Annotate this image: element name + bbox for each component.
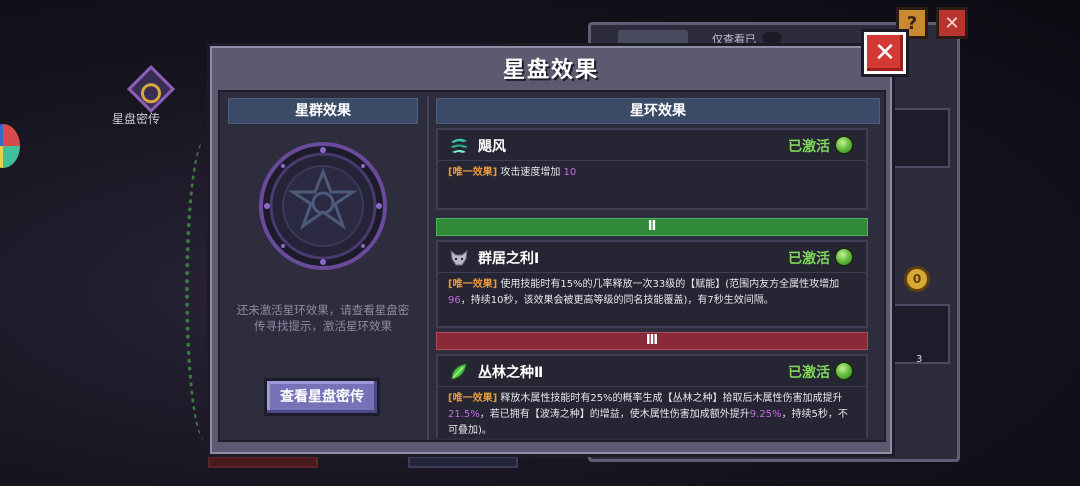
- constellation-panel: 星群效果 还未激活星环效果，请查看星盘密传寻找提示，激活星环效果 查看星盘密传: [228, 98, 418, 438]
- ring-effects-panel[interactable]: 星环效果 飓风 已激活 [唯一效果] 攻击速度增加 10 Ⅱ 群居之利Ⅰ 已激活…: [436, 98, 880, 438]
- side-orb-decoration: [0, 124, 20, 168]
- star-sigil-icon: [259, 142, 387, 270]
- effect-tag: [唯一效果]: [448, 393, 498, 404]
- effect-header: 丛林之种Ⅱ 已激活: [438, 356, 866, 386]
- effect-tag: [唯一效果]: [448, 279, 498, 290]
- effect-description: [唯一效果] 使用技能时有15%的几率释放一次33级的【赋能】(范围内友方全属性…: [438, 272, 866, 313]
- effect-text: 释放木属性技能时有25%的概率生成【丛林之种】拾取后木属性伤害加成提升: [500, 393, 843, 404]
- effect-status: 已激活: [788, 139, 830, 155]
- effect-name: 飓风: [478, 139, 506, 155]
- effect-card: 丛林之种Ⅱ 已激活 [唯一效果] 释放木属性技能时有25%的概率生成【丛林之种】…: [436, 354, 868, 438]
- column-divider: [427, 96, 429, 440]
- effect-text: 使用技能时有15%的几率释放一次33级的【赋能】(范围内友方全属性攻增加: [500, 279, 840, 290]
- effect-value: 21.5%: [448, 409, 480, 420]
- wolf-icon: [450, 249, 468, 266]
- effect-value: 10: [563, 167, 577, 178]
- background-bar: [408, 456, 518, 468]
- active-indicator-icon: [834, 247, 854, 267]
- effect-status: 已激活: [788, 365, 830, 381]
- tier-2-divider: Ⅱ: [436, 218, 868, 236]
- close-button[interactable]: ✕: [861, 29, 909, 77]
- starchart-lore-label: 星盘密传: [112, 112, 161, 126]
- empty-hint: 还未激活星环效果，请查看星盘密传寻找提示，激活星环效果: [236, 303, 410, 333]
- coin-icon: 0: [904, 266, 930, 292]
- whirlwind-icon: [450, 138, 468, 153]
- effect-text: ，持续10秒，该效果会被更高等级的同名技能覆盖)，有7秒生效间隔。: [460, 295, 774, 306]
- item-count: 3: [916, 354, 923, 365]
- effect-card: 群居之利Ⅰ 已激活 [唯一效果] 使用技能时有15%的几率释放一次33级的【赋能…: [436, 240, 868, 328]
- effect-card: 飓风 已激活 [唯一效果] 攻击速度增加 10: [436, 128, 868, 210]
- effect-header: 飓风 已激活: [438, 130, 866, 160]
- constellation-header: 星群效果: [228, 98, 418, 124]
- starchart-effects-modal: 星盘效果 ✕ 星群效果 还未激活星环效果，请查看星盘密传寻找提示，激活星环效果 …: [207, 29, 909, 457]
- background-close-icon[interactable]: ✕: [936, 7, 968, 39]
- view-lore-button[interactable]: 查看星盘密传: [264, 378, 380, 416]
- starchart-lore-icon[interactable]: [126, 64, 176, 114]
- modal-title: 星盘效果: [502, 58, 599, 83]
- effect-value: 9.25%: [749, 409, 782, 420]
- effect-name: 丛林之种Ⅱ: [478, 365, 544, 381]
- background-bar: [208, 456, 318, 468]
- effect-status: 已激活: [788, 251, 830, 267]
- effect-header: 群居之利Ⅰ 已激活: [438, 242, 866, 272]
- effect-text: ，若已拥有【波涛之种】的增益，使木属性伤害加成额外提升: [479, 409, 750, 420]
- active-indicator-icon: [834, 361, 854, 381]
- active-indicator-icon: [834, 135, 854, 155]
- effect-description: [唯一效果] 攻击速度增加 10: [438, 160, 866, 185]
- modal-content: 星群效果 还未激活星环效果，请查看星盘密传寻找提示，激活星环效果 查看星盘密传 …: [218, 90, 886, 442]
- effect-value: 96: [448, 295, 461, 306]
- effect-name: 群居之利Ⅰ: [478, 251, 540, 267]
- ring-effects-header: 星环效果: [436, 98, 880, 124]
- effect-description: [唯一效果] 释放木属性技能时有25%的概率生成【丛林之种】拾取后木属性伤害加成…: [438, 386, 866, 438]
- leaf-seed-icon: [451, 363, 467, 380]
- effect-text: 攻击速度增加: [500, 167, 561, 178]
- effect-tag: [唯一效果]: [448, 167, 498, 178]
- tier-3-divider: Ⅲ: [436, 332, 868, 350]
